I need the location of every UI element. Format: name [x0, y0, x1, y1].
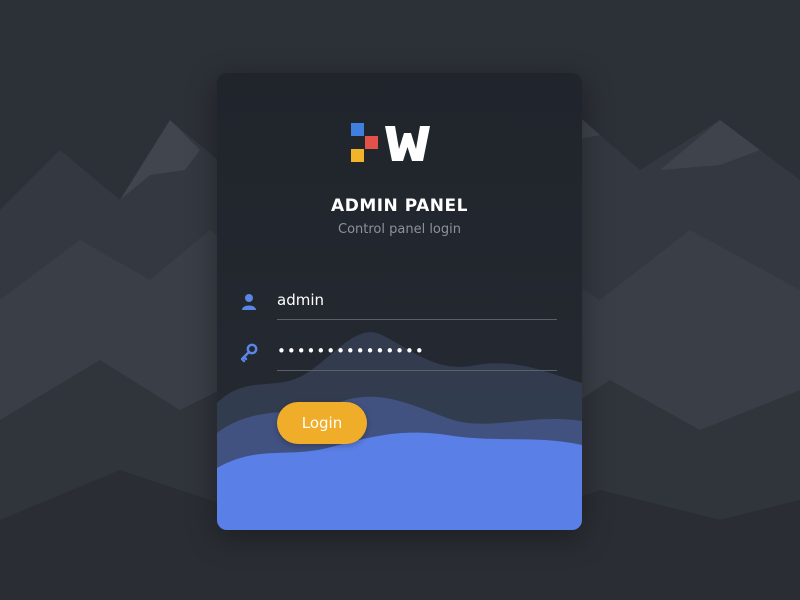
username-field[interactable]: admin — [239, 286, 557, 320]
page-title: ADMIN PANEL — [331, 196, 468, 216]
password-underline — [277, 370, 557, 371]
password-field[interactable]: ••••••••••••••• — [239, 337, 557, 371]
user-icon — [242, 294, 256, 310]
login-button[interactable]: Login — [277, 402, 367, 444]
password-value[interactable]: ••••••••••••••• — [277, 342, 425, 360]
username-underline — [277, 319, 557, 320]
login-card: ADMIN PANEL Control panel login admin ••… — [217, 73, 582, 530]
page-subtitle: Control panel login — [338, 222, 461, 237]
username-value[interactable]: admin — [277, 291, 324, 309]
w-logo — [351, 123, 430, 162]
key-icon — [240, 343, 258, 363]
